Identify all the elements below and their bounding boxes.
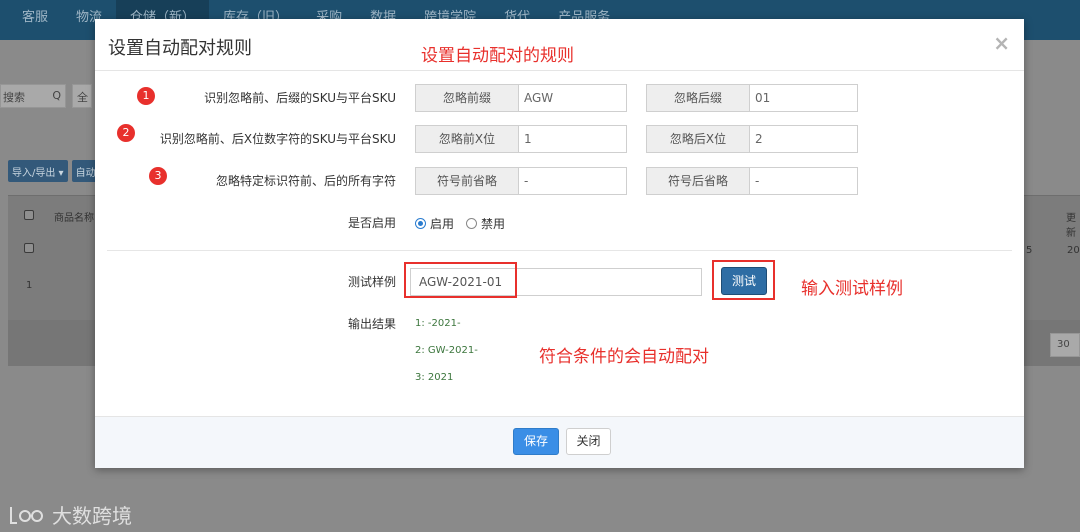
column-header-update: 更新	[1066, 213, 1076, 239]
ignore-last-x-field[interactable]: 忽略后X位 2	[646, 125, 858, 153]
annotation-test-note: 输入测试样例	[801, 279, 903, 299]
ignore-last-x-input[interactable]: 2	[750, 126, 857, 152]
background-search-input[interactable]: 搜索 Q	[0, 84, 66, 108]
rule-number-badge: 1	[137, 87, 155, 105]
rule-3-label: 忽略特定标识符前、后的所有字符	[215, 174, 396, 188]
ignore-prefix-input[interactable]: AGW	[519, 85, 626, 111]
highlight-box-test-button	[712, 260, 775, 300]
enable-on-label: 启用	[430, 217, 455, 231]
rule-1-label: 识别忽略前、后缀的SKU与平台SKU	[204, 91, 396, 105]
enable-label: 是否启用	[347, 216, 396, 230]
highlight-box-test-input	[404, 262, 517, 298]
enable-off-label: 禁用	[481, 217, 506, 231]
row-checkbox[interactable]	[24, 243, 34, 253]
background-filter-select[interactable]: 全	[72, 84, 92, 108]
omit-after-symbol-addon: 符号后省略	[647, 168, 750, 194]
watermark-text: 大数跨境	[52, 504, 132, 528]
omit-after-symbol-input[interactable]: -	[750, 168, 857, 194]
output-result-line: 1: -2021-	[415, 318, 461, 329]
watermark: 大数跨境	[8, 500, 132, 529]
close-button[interactable]: 关闭	[566, 428, 611, 455]
omit-before-symbol-field[interactable]: 符号前省略 -	[415, 167, 627, 195]
ignore-suffix-input[interactable]: 01	[750, 85, 857, 111]
row-index: 1	[26, 280, 33, 291]
ignore-first-x-addon: 忽略前X位	[416, 126, 519, 152]
ignore-last-x-addon: 忽略后X位	[647, 126, 750, 152]
output-result-label: 输出结果	[347, 317, 396, 331]
nav-item-customer-service[interactable]: 客服	[8, 0, 62, 40]
dialog-footer: 保存 关闭	[95, 416, 1024, 468]
import-export-button[interactable]: 导入/导出 ▾	[8, 160, 68, 182]
background-search-placeholder: 搜索	[3, 91, 25, 104]
background-toolbar: 搜索 Q 全	[0, 82, 92, 110]
rule-number-badge: 3	[149, 167, 167, 185]
output-result-line: 3: 2021	[415, 372, 454, 383]
ignore-first-x-field[interactable]: 忽略前X位 1	[415, 125, 627, 153]
select-all-checkbox[interactable]	[24, 210, 34, 220]
ignore-suffix-field[interactable]: 忽略后缀 01	[646, 84, 858, 112]
enable-radio-off[interactable]	[466, 218, 478, 229]
column-header-product-name: 商品名称	[54, 213, 94, 224]
ignore-suffix-addon: 忽略后缀	[647, 85, 750, 111]
output-result-line: 2: GW-2021-	[415, 345, 478, 356]
rule-2-label: 识别忽略前、后X位数字符的SKU与平台SKU	[159, 132, 396, 146]
omit-before-symbol-input[interactable]: -	[519, 168, 626, 194]
search-icon[interactable]: Q	[52, 89, 65, 107]
close-icon[interactable]: ×	[993, 31, 1010, 55]
watermark-logo-icon	[10, 506, 43, 524]
page-size-select[interactable]: 30	[1050, 333, 1080, 357]
annotation-result-note: 符合条件的会自动配对	[539, 347, 709, 367]
annotation-title-note: 设置自动配对的规则	[421, 46, 574, 66]
ignore-prefix-addon: 忽略前缀	[416, 85, 519, 111]
enable-radio-on[interactable]	[415, 218, 426, 229]
omit-after-symbol-field[interactable]: 符号后省略 -	[646, 167, 858, 195]
table-cell: 202	[1067, 245, 1080, 256]
section-divider	[107, 250, 1012, 251]
background-button-row: 导入/导出 ▾ 自动	[8, 160, 100, 182]
enable-radio-group: 启用 禁用	[415, 215, 505, 232]
table-cell: 5	[1026, 245, 1033, 256]
save-button[interactable]: 保存	[513, 428, 559, 455]
rule-number-badge: 2	[117, 124, 135, 142]
auto-match-rules-dialog: 设置自动配对规则 × 设置自动配对的规则 1 识别忽略前、后缀的SKU与平台SK…	[95, 19, 1024, 468]
ignore-prefix-field[interactable]: 忽略前缀 AGW	[415, 84, 627, 112]
dialog-title: 设置自动配对规则	[108, 38, 252, 59]
test-sample-label: 测试样例	[347, 275, 396, 289]
omit-before-symbol-addon: 符号前省略	[416, 168, 519, 194]
ignore-first-x-input[interactable]: 1	[519, 126, 626, 152]
